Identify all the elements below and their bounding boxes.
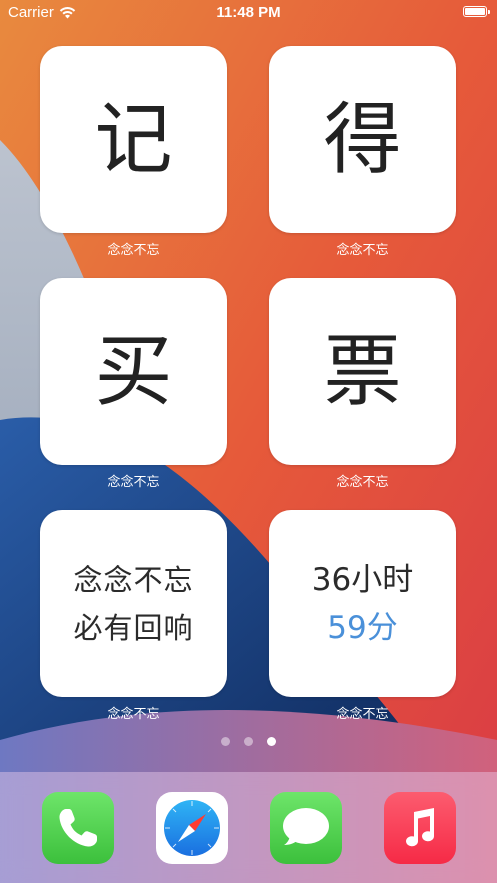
page-dot[interactable] xyxy=(221,737,230,746)
widget-ji[interactable]: 记 xyxy=(40,46,227,233)
countdown-hours: 36小时 xyxy=(311,561,414,598)
quote-line-1: 念念不忘 xyxy=(73,562,194,597)
music-icon xyxy=(384,792,456,864)
music-app[interactable] xyxy=(384,792,456,864)
widget-de[interactable]: 得 xyxy=(269,46,456,233)
widget-text: 票 xyxy=(323,326,402,417)
phone-icon xyxy=(42,792,114,864)
widget-countdown[interactable]: 36小时 59分 xyxy=(269,510,456,697)
phone-app[interactable] xyxy=(42,792,114,864)
safari-app[interactable] xyxy=(156,792,228,864)
widget-quote[interactable]: 念念不忘 必有回响 xyxy=(40,510,227,697)
countdown-minutes: 59分 xyxy=(327,609,398,646)
quote-line-2: 必有回响 xyxy=(73,610,194,645)
messages-icon xyxy=(270,792,342,864)
page-dot[interactable] xyxy=(244,737,253,746)
page-indicator[interactable] xyxy=(0,737,497,746)
widget-caption: 念念不忘 xyxy=(107,243,160,258)
messages-app[interactable] xyxy=(270,792,342,864)
status-bar: Carrier 11:48 PM xyxy=(0,0,497,28)
widget-piao[interactable]: 票 xyxy=(269,278,456,465)
widget-caption: 念念不忘 xyxy=(107,707,160,722)
widget-mai[interactable]: 买 xyxy=(40,278,227,465)
widget-text: 得 xyxy=(323,94,402,185)
widget-text: 记 xyxy=(94,94,173,185)
widget-caption: 念念不忘 xyxy=(336,707,389,722)
battery-icon xyxy=(463,6,490,17)
widget-caption: 念念不忘 xyxy=(336,475,389,490)
dock xyxy=(0,772,497,883)
safari-icon xyxy=(156,792,228,864)
page-dot-active[interactable] xyxy=(267,737,276,746)
clock: 11:48 PM xyxy=(216,4,281,21)
widget-text: 买 xyxy=(94,326,173,417)
widget-caption: 念念不忘 xyxy=(336,243,389,258)
widget-caption: 念念不忘 xyxy=(107,475,160,490)
